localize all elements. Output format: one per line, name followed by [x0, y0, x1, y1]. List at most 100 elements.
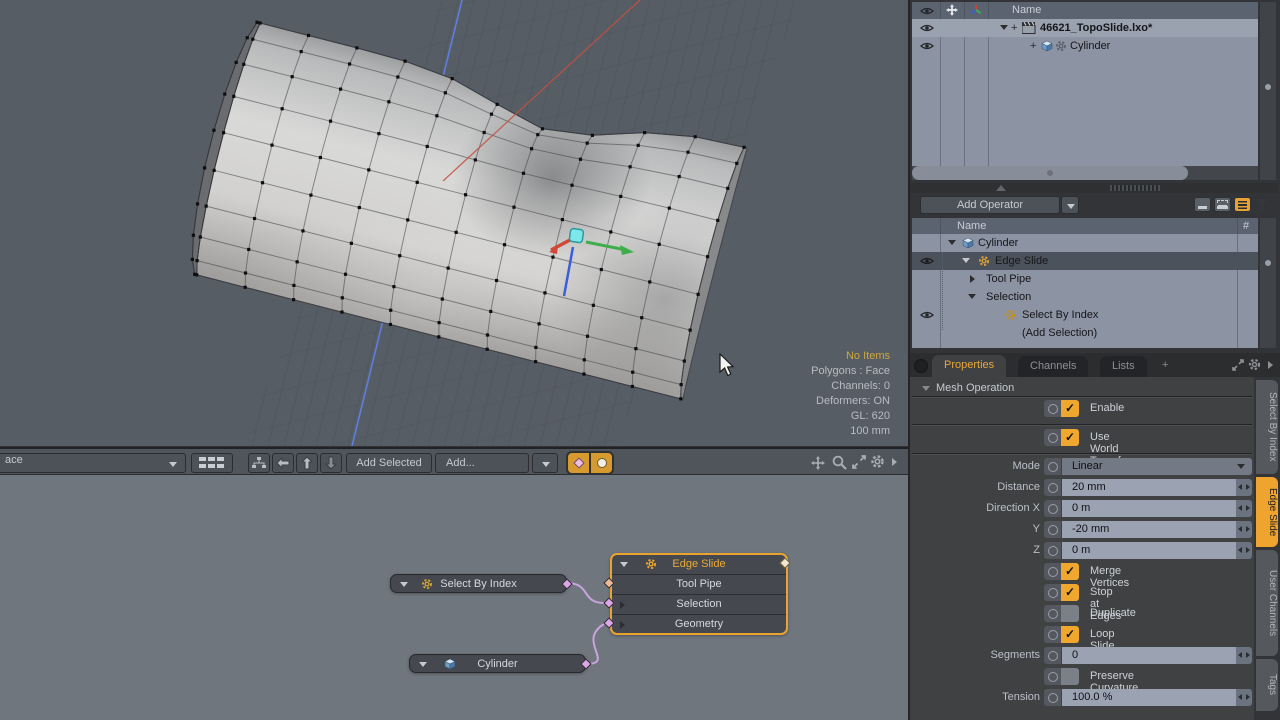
preserve-curvature-checkbox[interactable] [1061, 668, 1079, 685]
item-name[interactable]: Cylinder [1070, 40, 1110, 52]
nav-left-button[interactable] [272, 453, 294, 473]
channel-circle[interactable] [1044, 647, 1061, 664]
scene-name[interactable]: 46621_TopoSlide.lxo* [1040, 22, 1152, 34]
eye-icon[interactable] [920, 256, 934, 266]
collapsed-triangle-icon[interactable] [970, 275, 975, 283]
meshop-row-selection[interactable]: Selection [912, 288, 1258, 306]
filter-funnel-icon[interactable] [1256, 199, 1269, 211]
meshop-row-tool-pipe[interactable]: Tool Pipe [912, 270, 1258, 288]
filter-triangle-icon[interactable] [1000, 25, 1008, 30]
channel-circle[interactable] [1044, 668, 1061, 685]
mesh-ops-vscrollbar[interactable] [1260, 218, 1276, 348]
enable-checkbox[interactable] [1061, 400, 1079, 417]
mini-slider[interactable] [1236, 647, 1252, 664]
tab-channels[interactable]: Channels [1018, 356, 1088, 377]
eye-icon[interactable] [920, 41, 934, 51]
tab-lists[interactable]: Lists [1100, 356, 1147, 377]
side-tab-tags[interactable]: Tags [1256, 659, 1278, 711]
expand-triangle-icon[interactable] [948, 240, 956, 245]
side-tab-edge-slide[interactable]: Edge Slide [1256, 477, 1278, 547]
add-operator-button[interactable]: Add Operator [920, 196, 1060, 214]
tension-input[interactable]: 100.0 % [1062, 689, 1236, 706]
meshop-label[interactable]: Cylinder [978, 237, 1018, 249]
meshop-row-select-by-index[interactable]: Select By Index [912, 306, 1258, 324]
use-world-transform-checkbox[interactable] [1061, 429, 1079, 446]
meshop-label[interactable]: Select By Index [1022, 309, 1098, 321]
meshop-label[interactable]: Selection [986, 291, 1031, 303]
node-edge-slide[interactable]: Edge Slide Tool Pipe Selection Geometry [610, 553, 788, 635]
expand-triangle-icon[interactable] [962, 258, 970, 263]
expand-panel-icon[interactable] [1232, 359, 1244, 371]
meshop-row-edge-slide[interactable]: Edge Slide [912, 252, 1258, 270]
eye-icon[interactable] [920, 23, 934, 33]
duplicate-checkbox[interactable] [1061, 605, 1079, 622]
gear-settings-icon[interactable] [1248, 358, 1261, 371]
workspace-dropdown[interactable]: ace [0, 453, 186, 473]
channel-circle[interactable] [1044, 689, 1061, 706]
segments-input[interactable]: 0 [1062, 647, 1236, 664]
item-list-hscrollbar[interactable] [912, 166, 1258, 180]
panel-knob[interactable] [914, 359, 928, 373]
panel-arrow-icon[interactable] [1268, 361, 1273, 369]
link-display-toggle[interactable] [566, 451, 614, 475]
hierarchy-button[interactable] [248, 453, 270, 473]
expand-triangle-icon[interactable] [968, 294, 976, 299]
fit-view-icon[interactable] [852, 455, 866, 469]
item-row-cylinder[interactable]: + Cylinder [912, 37, 1258, 55]
add-button[interactable]: Add... [435, 453, 529, 473]
more-options-icon[interactable] [892, 458, 897, 466]
channel-circle[interactable] [1044, 626, 1061, 643]
channel-circle[interactable] [1044, 521, 1061, 538]
pan-tool-icon[interactable] [810, 455, 826, 471]
channel-circle[interactable] [1044, 542, 1061, 559]
expand-plus-icon[interactable]: + [1030, 40, 1036, 52]
node-row-tool-pipe[interactable]: Tool Pipe [612, 574, 786, 594]
tab-add[interactable]: + [1162, 359, 1168, 371]
node-row-geometry[interactable]: Geometry [612, 614, 786, 634]
section-collapse-icon[interactable] [922, 386, 930, 391]
channel-circle[interactable] [1044, 429, 1061, 446]
zoom-tool-icon[interactable] [832, 455, 847, 470]
side-tab-select-by-index[interactable]: Select By Index [1256, 380, 1278, 474]
channel-circle[interactable] [1044, 458, 1061, 475]
meshop-row-add-selection[interactable]: (Add Selection) [912, 324, 1258, 342]
direction-z-input[interactable]: 0 m [1062, 542, 1236, 559]
channel-circle[interactable] [1044, 400, 1061, 417]
direction-y-input[interactable]: -20 mm [1062, 521, 1236, 538]
loop-slide-checkbox[interactable] [1061, 626, 1079, 643]
item-list-vscrollbar[interactable] [1260, 2, 1276, 180]
add-selected-button[interactable]: Add Selected [346, 453, 432, 473]
stop-at-edges-checkbox[interactable] [1061, 584, 1079, 601]
view-mode-list-button[interactable] [1234, 197, 1251, 212]
side-tab-user-channels[interactable]: User Channels [1256, 550, 1278, 656]
tab-properties[interactable]: Properties [932, 355, 1006, 377]
mini-slider[interactable] [1236, 521, 1252, 538]
meshop-row-cylinder[interactable]: Cylinder [912, 234, 1258, 252]
hscroll-thumb[interactable] [912, 166, 1188, 180]
direction-x-input[interactable]: 0 m [1062, 500, 1236, 517]
meshop-label[interactable]: (Add Selection) [1022, 327, 1097, 339]
node-row-selection[interactable]: Selection [612, 594, 786, 614]
item-row-scene[interactable]: + 46621_TopoSlide.lxo* [912, 19, 1258, 37]
node-select-by-index[interactable]: Select By Index [390, 574, 567, 593]
mini-slider[interactable] [1236, 500, 1252, 517]
panel-splitter[interactable] [910, 183, 1278, 193]
viewport-gear-icon[interactable] [870, 454, 885, 469]
schematic-canvas[interactable]: Select By Index Edge Slide Tool Pipe Sel… [0, 475, 908, 720]
add-dropdown-button[interactable] [532, 453, 558, 473]
view-mode-window-button[interactable] [1214, 197, 1231, 212]
mini-slider[interactable] [1236, 689, 1252, 706]
nav-up-button[interactable] [296, 453, 318, 473]
meshop-label[interactable]: Edge Slide [995, 255, 1048, 267]
channel-circle[interactable] [1044, 605, 1061, 622]
mini-slider[interactable] [1236, 542, 1252, 559]
meshop-label[interactable]: Tool Pipe [986, 273, 1031, 285]
layout-grid-button[interactable] [191, 453, 233, 473]
channel-circle[interactable] [1044, 479, 1061, 496]
merge-vertices-checkbox[interactable] [1061, 563, 1079, 580]
view-mode-min-button[interactable] [1194, 197, 1211, 212]
channel-circle[interactable] [1044, 563, 1061, 580]
channel-circle[interactable] [1044, 584, 1061, 601]
expand-plus-icon[interactable]: + [1011, 22, 1017, 34]
mini-slider[interactable] [1236, 479, 1252, 496]
